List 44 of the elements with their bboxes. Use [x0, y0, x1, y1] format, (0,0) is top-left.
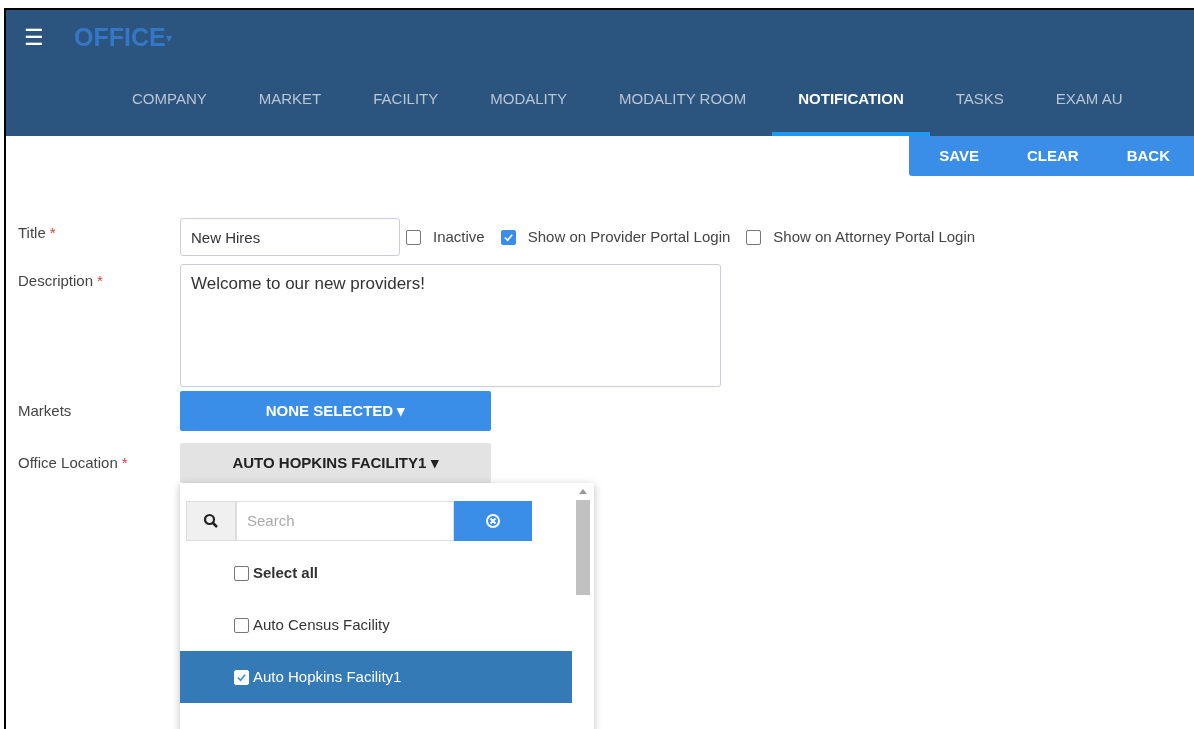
- option-label: Select all: [253, 562, 319, 583]
- nav-tab[interactable]: EXAM AU: [1029, 66, 1149, 136]
- menu-icon[interactable]: ☰: [24, 27, 44, 49]
- nav-tab[interactable]: MODALITY ROOM: [592, 66, 773, 136]
- nav-tab[interactable]: MODALITY: [464, 66, 593, 136]
- action-button[interactable]: BACK: [1102, 136, 1194, 176]
- checkmark-icon: [236, 671, 247, 683]
- checkbox[interactable]: [500, 229, 516, 245]
- office-location-dropdown[interactable]: AUTO HOPKINS FACILITY1 ▾: [180, 443, 491, 483]
- nav-tab[interactable]: FACILITY: [347, 66, 465, 136]
- option-label: Auto Census Facility: [253, 614, 390, 635]
- option-label: Auto Hopkins Facility1: [253, 666, 402, 687]
- clear-search-button[interactable]: [454, 501, 532, 541]
- nav-tab[interactable]: COMPANY: [106, 66, 233, 136]
- dropdown-option[interactable]: Select all: [180, 547, 572, 599]
- field-label: Title: [18, 223, 46, 243]
- required-mark: *: [121, 452, 128, 473]
- checkmark-icon: [502, 231, 514, 243]
- checkbox[interactable]: [406, 229, 421, 245]
- nav-tab[interactable]: TASKS: [929, 66, 1030, 136]
- action-button[interactable]: CLEAR: [1003, 136, 1103, 176]
- scroll-up-icon[interactable]: [579, 489, 587, 494]
- scrollbar-thumb[interactable]: [576, 500, 590, 595]
- checkbox[interactable]: [234, 565, 249, 581]
- required-mark: *: [49, 223, 56, 243]
- clear-icon: [485, 513, 501, 529]
- search-icon: [186, 501, 236, 541]
- checkbox[interactable]: [746, 229, 762, 245]
- search-input[interactable]: Search: [236, 501, 454, 541]
- dropdown-option[interactable]: Auto Hopkins Facility1: [180, 651, 572, 703]
- checkbox-label: Show on Attorney Portal Login: [773, 226, 976, 247]
- field-label: Description: [18, 271, 94, 291]
- dropdown-option[interactable]: Auto Census Facility: [180, 599, 572, 651]
- checkbox[interactable]: [234, 617, 249, 633]
- checkbox-label: Show on Provider Portal Login: [527, 226, 731, 247]
- description-textarea[interactable]: Welcome to our new providers!: [180, 264, 721, 387]
- markets-dropdown[interactable]: NONE SELECTED ▾: [180, 391, 491, 431]
- checkbox-label: Inactive: [433, 226, 485, 247]
- nav-tab[interactable]: MARKET: [232, 66, 348, 136]
- required-mark: *: [97, 271, 103, 291]
- action-button[interactable]: SAVE: [915, 136, 1003, 176]
- title-input[interactable]: New Hires: [180, 218, 400, 256]
- field-label: Office Location: [18, 452, 118, 473]
- field-label: Markets: [18, 400, 72, 421]
